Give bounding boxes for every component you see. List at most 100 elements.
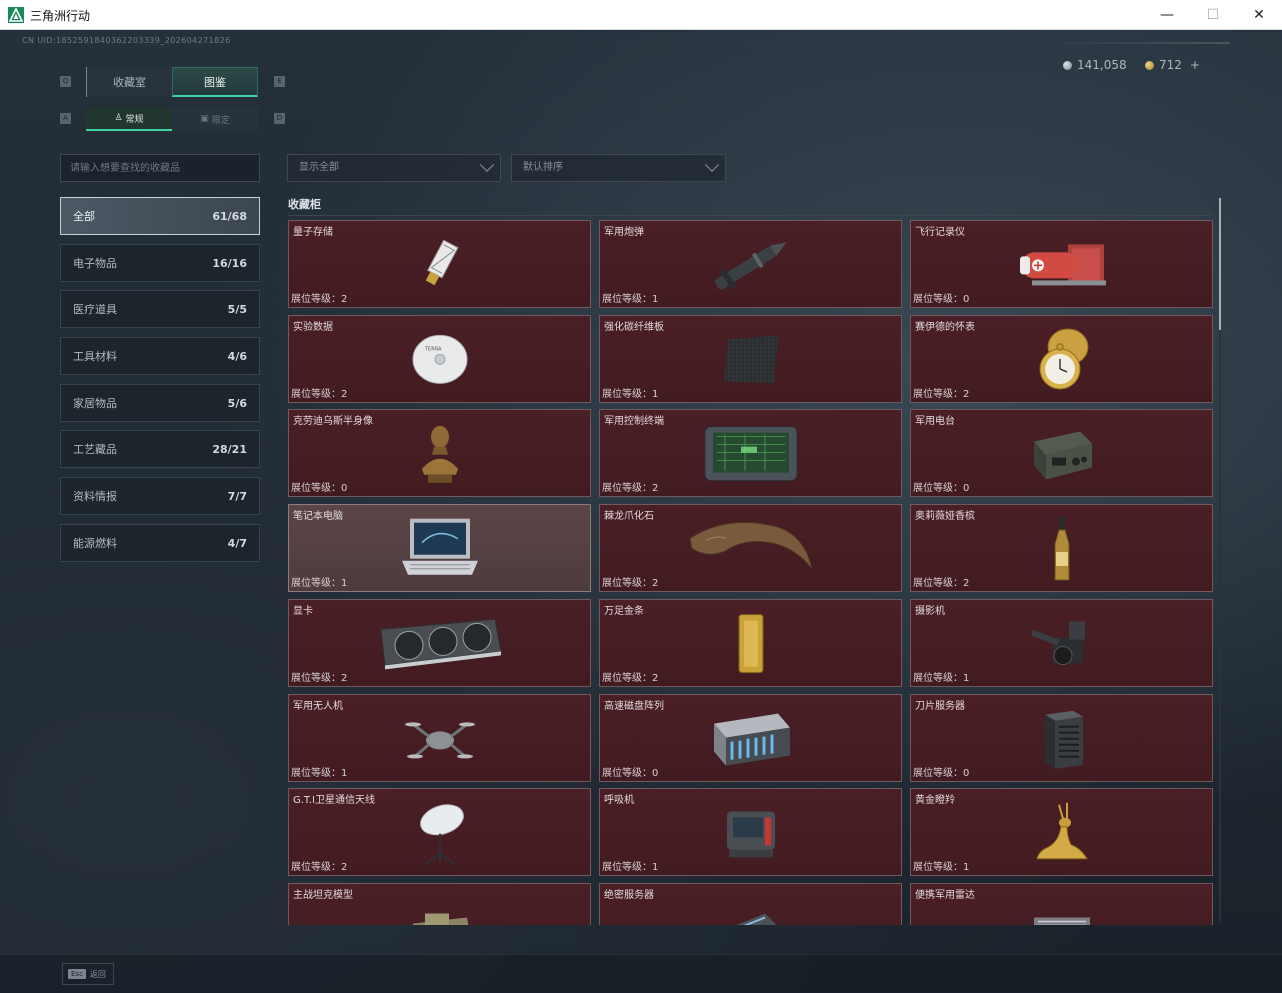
collection-item-card[interactable]: 高速磁盘阵列 展位等级：0 [599, 694, 902, 782]
category-count: 7/7 [227, 489, 247, 503]
subtab-limited[interactable]: ▣ 限定 [172, 107, 258, 131]
category-crafts[interactable]: 工艺藏品 28/21 [60, 430, 260, 468]
collection-item-card[interactable]: 军用电台 展位等级：0 [910, 409, 1213, 497]
collection-item-card[interactable]: 实验数据 TERRA 展位等级：2 [288, 315, 591, 403]
level-value: 1 [652, 389, 659, 400]
item-name: 军用无人机 [293, 701, 343, 712]
category-label: 工艺藏品 [73, 443, 117, 456]
category-household[interactable]: 家居物品 5/6 [60, 384, 260, 422]
item-display-level: 展位等级：1 [602, 385, 658, 400]
tab-collection-room[interactable]: 收藏室 [86, 67, 172, 97]
category-label: 全部 [73, 210, 95, 223]
sub-tabs: ♙ 常规 ▣ 限定 [86, 107, 258, 131]
sort-dropdown[interactable]: 默认排序 [511, 154, 726, 182]
sort-value: 默认排序 [523, 162, 563, 173]
collection-item-card[interactable]: 摄影机 展位等级：1 [910, 599, 1213, 687]
item-display-level: 展位等级：2 [913, 574, 969, 589]
collection-item-card[interactable]: G.T.I卫星通信天线 展位等级：2 [288, 788, 591, 876]
collection-item-card[interactable]: 刀片服务器 展位等级：0 [910, 694, 1213, 782]
item-display-level: 展位等级：0 [602, 764, 658, 779]
level-value: 2 [652, 483, 659, 494]
level-prefix: 展位等级： [602, 768, 652, 779]
level-prefix: 展位等级： [291, 483, 341, 494]
window-title: 三角洲行动 [30, 9, 91, 23]
level-prefix: 展位等级： [913, 483, 963, 494]
item-name: 赛伊德的怀表 [915, 322, 975, 333]
level-prefix: 展位等级： [602, 673, 652, 684]
collection-item-card[interactable]: 奥莉薇娅香槟 展位等级：2 [910, 504, 1213, 592]
collection-item-card[interactable]: 主战坦克模型 [288, 883, 591, 925]
category-tools[interactable]: 工具材料 4/6 [60, 337, 260, 375]
app-logo-icon [8, 7, 24, 23]
item-display-level: 展位等级：2 [291, 669, 347, 684]
main-tabs: 收藏室 图鉴 [86, 67, 258, 97]
disk-array-icon [708, 708, 794, 774]
level-value: 0 [963, 294, 970, 305]
collection-item-card[interactable]: 显卡 展位等级：2 [288, 599, 591, 687]
item-name: 军用电台 [915, 416, 955, 427]
level-prefix: 展位等级： [291, 389, 341, 400]
item-name: 摄影机 [915, 606, 945, 617]
subtab-limited-label: 限定 [211, 115, 230, 126]
collection-item-card[interactable]: 黄金瞪羚 展位等级：1 [910, 788, 1213, 876]
tank-model-icon [405, 910, 475, 925]
pocket-watch-icon [1032, 325, 1092, 399]
collection-item-card[interactable]: 呼吸机 展位等级：1 [599, 788, 902, 876]
category-count: 28/21 [212, 442, 247, 456]
carbon-plate-icon [720, 331, 782, 391]
back-button[interactable]: Esc 返回 [62, 963, 114, 985]
camera-icon [1029, 614, 1095, 678]
gold-currency: 712 + [1145, 58, 1200, 72]
collection-item-card[interactable]: 军用无人机 展位等级：1 [288, 694, 591, 782]
svg-text:TERRA: TERRA [424, 346, 442, 352]
category-all[interactable]: 全部 61/68 [60, 197, 260, 235]
collection-item-card[interactable]: 绝密服务器 [599, 883, 902, 925]
subtab-prev-key-hint: A [60, 113, 71, 124]
close-button[interactable]: ✕ [1236, 0, 1282, 30]
level-prefix: 展位等级： [913, 768, 963, 779]
silver-coin-icon [1063, 60, 1072, 70]
laptop-icon [398, 517, 482, 585]
collection-item-card[interactable]: 笔记本电脑 展位等级：1 [288, 504, 591, 592]
collection-item-card[interactable]: 万足金条 展位等级：2 [599, 599, 902, 687]
level-value: 2 [963, 389, 970, 400]
collection-item-card[interactable]: 便携军用雷达 [910, 883, 1213, 925]
level-value: 0 [652, 768, 659, 779]
collection-item-card[interactable]: 军用炮弹 展位等级：1 [599, 220, 902, 308]
tab-catalog[interactable]: 图鉴 [172, 67, 258, 97]
level-prefix: 展位等级： [602, 483, 652, 494]
level-value: 2 [652, 578, 659, 589]
level-value: 1 [341, 578, 348, 589]
item-display-level: 展位等级：1 [913, 858, 969, 873]
tab-prev-key-hint: Q [60, 76, 71, 87]
add-currency-button[interactable]: + [1190, 58, 1200, 72]
maximize-button[interactable]: ☐ [1190, 0, 1236, 30]
game-viewport: CN UID:1852591840362203339_202604271826 … [0, 30, 1282, 993]
collection-item-card[interactable]: 强化碳纤维板 展位等级：1 [599, 315, 902, 403]
level-value: 2 [341, 862, 348, 873]
collection-grid: 量子存储 展位等级：2 军用炮弹 展位等级：1 飞行记录仪 展位等级：0 实验数据 TERRA… [288, 220, 1214, 925]
category-medical[interactable]: 医疗道具 5/5 [60, 290, 260, 328]
collection-search-input[interactable] [60, 154, 260, 182]
display-filter-dropdown[interactable]: 显示全部 [287, 154, 501, 182]
category-electronics[interactable]: 电子物品 16/16 [60, 244, 260, 282]
figure-icon: ♙ [114, 113, 123, 123]
level-prefix: 展位等级： [913, 389, 963, 400]
collection-item-card[interactable]: 赛伊德的怀表 展位等级：2 [910, 315, 1213, 403]
category-energy[interactable]: 能源燃料 4/7 [60, 524, 260, 562]
item-display-level: 展位等级：0 [913, 764, 969, 779]
collection-item-card[interactable]: 克劳迪乌斯半身像 展位等级：0 [288, 409, 591, 497]
level-prefix: 展位等级： [602, 389, 652, 400]
minimize-button[interactable]: — [1144, 0, 1190, 30]
collection-item-card[interactable]: 飞行记录仪 展位等级：0 [910, 220, 1213, 308]
item-name: 飞行记录仪 [915, 227, 965, 238]
collection-item-card[interactable]: 量子存储 展位等级：2 [288, 220, 591, 308]
collection-item-card[interactable]: 军用控制终端 展位等级：2 [599, 409, 902, 497]
collection-item-card[interactable]: 棘龙爪化石 展位等级：2 [599, 504, 902, 592]
category-label: 医疗道具 [73, 303, 117, 316]
drone-icon [404, 710, 475, 770]
grid-scrollbar-thumb[interactable] [1219, 198, 1221, 330]
subtab-regular[interactable]: ♙ 常规 [86, 107, 172, 131]
level-value: 2 [341, 294, 348, 305]
category-intel[interactable]: 资料情报 7/7 [60, 477, 260, 515]
